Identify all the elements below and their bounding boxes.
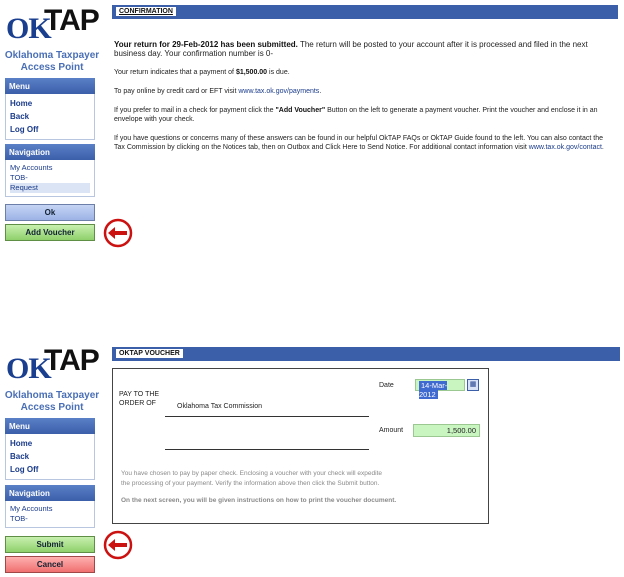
date-field[interactable]: 14-Mar-2012: [415, 379, 465, 399]
mail-check-paragraph: If you prefer to mail in a check for pay…: [114, 106, 614, 124]
voucher-note-line2: the processing of your payment. Verify t…: [121, 480, 380, 487]
nav-item-my-accounts[interactable]: My Accounts: [10, 163, 90, 173]
red-arrow-annotation-icon: [103, 530, 133, 560]
questions-suffix: .: [601, 144, 604, 151]
payment-due-text: Your return indicates that a payment of: [114, 69, 236, 76]
payment-due-suffix: is due.: [267, 69, 290, 76]
pay-online-suffix: .: [319, 88, 322, 95]
oktap-logo: OK TAP Oklahoma Taxpayer Access Point: [2, 2, 102, 73]
cancel-button[interactable]: Cancel: [5, 556, 95, 573]
red-arrow-annotation-icon: [103, 218, 133, 248]
add-voucher-button[interactable]: Add Voucher: [5, 224, 95, 241]
payee-name: Oklahoma Tax Commission: [177, 403, 263, 410]
payments-link[interactable]: www.tax.ok.gov/payments: [238, 88, 319, 95]
voucher-note-line3: On the next screen, you will be given in…: [121, 497, 397, 504]
voucher-screen: OK TAP Oklahoma Taxpayer Access Point Me…: [0, 340, 624, 577]
logo-subtitle-line1: Oklahoma Taxpayer: [4, 390, 100, 401]
nav-item-request[interactable]: Request: [10, 183, 90, 193]
confirmation-paragraph-submitted: Your return for 29-Feb-2012 has been sub…: [114, 40, 614, 58]
amount-label: Amount: [379, 427, 404, 434]
confirmation-message: Your return for 29-Feb-2012 has been sub…: [114, 40, 614, 162]
submit-button[interactable]: Submit: [5, 536, 95, 553]
pay-to-label-line2: ORDER OF: [119, 400, 156, 407]
questions-paragraph: If you have questions or concerns many o…: [114, 134, 614, 152]
confirmation-tab[interactable]: CONFIRMATION: [116, 7, 176, 16]
pay-online-text: To pay online by credit card or EFT visi…: [114, 88, 239, 95]
nav-item-tob[interactable]: TOB-: [10, 173, 90, 183]
menu-item-back[interactable]: Back: [10, 110, 90, 123]
amount-field[interactable]: 1,500.00: [413, 424, 480, 437]
menu-title: Menu: [5, 78, 95, 94]
pay-online-paragraph: To pay online by credit card or EFT visi…: [114, 87, 614, 96]
navigation-box: Navigation My Accounts TOB- Request: [5, 144, 95, 197]
payment-amount: $1,500.00: [235, 69, 268, 76]
voucher-header-bar: OKTAP VOUCHER: [112, 347, 620, 361]
nav-item-tob[interactable]: TOB-: [10, 514, 90, 524]
contact-link[interactable]: www.tax.ok.gov/contact: [529, 144, 602, 151]
logo-subtitle-line1: Oklahoma Taxpayer: [4, 50, 100, 61]
ok-button[interactable]: Ok: [5, 204, 95, 221]
menu-item-log-off[interactable]: Log Off: [10, 463, 90, 476]
payment-due-paragraph: Your return indicates that a payment of …: [114, 68, 614, 77]
pay-to-label-line1: PAY TO THE: [119, 391, 160, 398]
menu-item-back[interactable]: Back: [10, 450, 90, 463]
address-line: [165, 449, 369, 450]
navigation-title: Navigation: [5, 144, 95, 160]
menu-item-log-off[interactable]: Log Off: [10, 123, 90, 136]
mail-check-text: If you prefer to mail in a check for pay…: [114, 107, 276, 114]
add-voucher-mention: "Add Voucher": [275, 107, 326, 114]
menu-title: Menu: [5, 418, 95, 434]
navigation-box: Navigation My Accounts TOB-: [5, 485, 95, 528]
voucher-form: PAY TO THE ORDER OF Oklahoma Tax Commiss…: [112, 368, 489, 524]
oktap-logo: OK TAP Oklahoma Taxpayer Access Point: [2, 342, 102, 413]
confirmation-header-bar: CONFIRMATION: [112, 5, 618, 19]
logo-subtitle-line2: Access Point: [20, 62, 84, 73]
menu-item-home[interactable]: Home: [10, 437, 90, 450]
submitted-heading: Your return for 29-Feb-2012 has been sub…: [114, 40, 298, 49]
date-value: 14-Mar-2012: [419, 381, 448, 399]
logo-tap-text: TAP: [44, 344, 100, 377]
logo-subtitle-line2: Access Point: [20, 402, 84, 413]
calendar-icon[interactable]: ▦: [467, 379, 479, 391]
nav-item-my-accounts[interactable]: My Accounts: [10, 504, 90, 514]
menu-item-home[interactable]: Home: [10, 97, 90, 110]
date-label: Date: [379, 382, 394, 389]
logo-tap-text: TAP: [44, 4, 100, 37]
payee-line: [165, 416, 369, 417]
navigation-title: Navigation: [5, 485, 95, 501]
menu-box: Menu Home Back Log Off: [5, 78, 95, 140]
voucher-tab[interactable]: OKTAP VOUCHER: [116, 349, 183, 358]
menu-box: Menu Home Back Log Off: [5, 418, 95, 480]
confirmation-screen: OK TAP Oklahoma Taxpayer Access Point Me…: [0, 0, 624, 300]
voucher-note-line1: You have chosen to pay by paper check. E…: [121, 470, 382, 477]
